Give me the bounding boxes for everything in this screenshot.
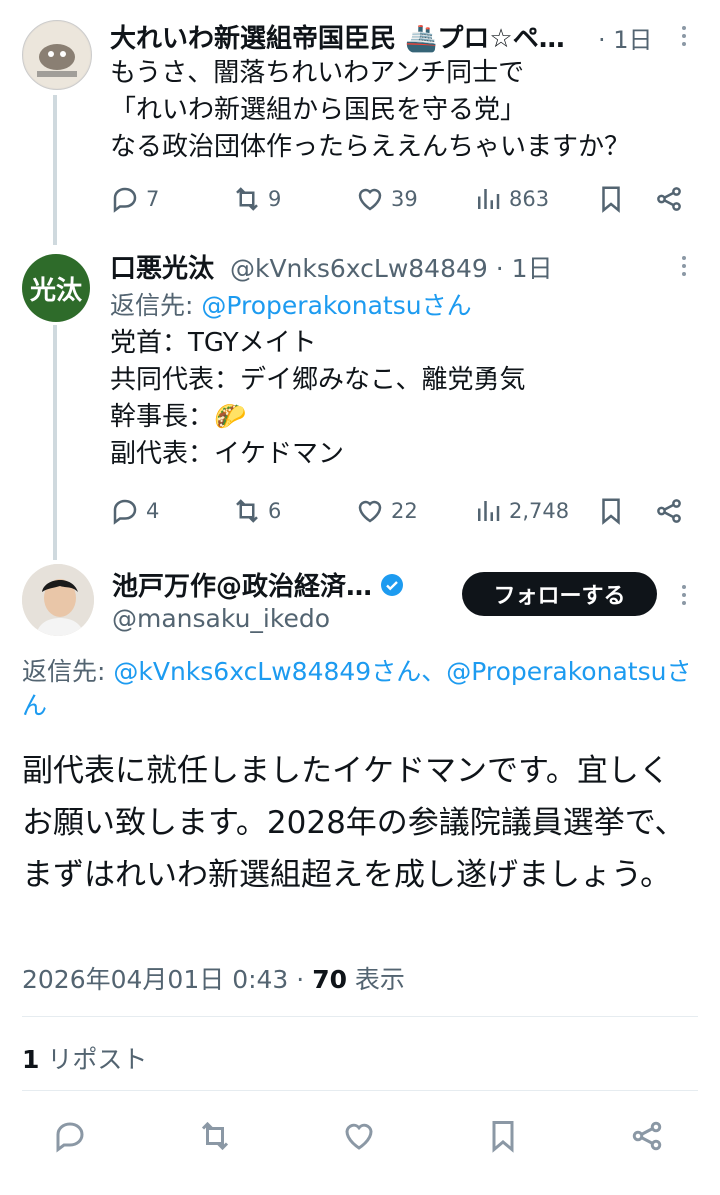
- author-line: 池戸万作@政治経済…: [112, 566, 404, 603]
- avatar-image: [24, 22, 90, 88]
- reply-icon: [113, 499, 137, 525]
- views-count: 70: [312, 965, 347, 994]
- follow-button[interactable]: フォローする: [462, 572, 657, 616]
- bookmark-button[interactable]: [596, 496, 626, 526]
- reply-button[interactable]: [52, 1118, 88, 1158]
- reply-button[interactable]: 7: [110, 184, 159, 214]
- repost-icon: [236, 499, 258, 523]
- view-count: 2,748: [509, 499, 570, 523]
- divider: [22, 1090, 698, 1091]
- like-count: 39: [391, 187, 418, 211]
- reply-to-label: 返信先:: [22, 657, 114, 686]
- heart-icon: [358, 188, 382, 211]
- reply-icon: [113, 187, 137, 213]
- avatar[interactable]: [22, 20, 92, 90]
- reply-to-label: 返信先:: [110, 291, 202, 320]
- repost-stat-label: リポスト: [39, 1045, 148, 1074]
- post-text: 党首：TGYメイト 共同代表：デイ郷みなこ、離党勇気 幹事長：🌮 副代表：イケド…: [110, 328, 526, 469]
- repost-stats[interactable]: 1 リポスト: [22, 1040, 147, 1076]
- reply-to-line: 返信先: @kVnks6xcLw84849さん、@Properakonatsuさ…: [22, 655, 698, 723]
- heart-icon: [358, 500, 382, 523]
- author-handle[interactable]: @mansaku_ikedo: [112, 604, 330, 633]
- reply-button[interactable]: 4: [110, 496, 159, 526]
- post-meta: 2026年04月01日 0:43 · 70 表示: [22, 960, 405, 996]
- reply-count: 7: [146, 187, 160, 211]
- like-button[interactable]: 22: [355, 496, 418, 526]
- post-time[interactable]: · 1日: [598, 20, 653, 55]
- post-time[interactable]: · 1日: [496, 254, 553, 283]
- divider: [22, 1016, 698, 1017]
- more-options-icon[interactable]: [680, 24, 688, 52]
- author-name[interactable]: 口悪光汰: [110, 254, 214, 284]
- avatar[interactable]: [22, 564, 94, 636]
- views-icon: [478, 189, 500, 209]
- reply-icon: [56, 1122, 84, 1153]
- repost-count: 6: [268, 499, 282, 523]
- post-text: もうさ、闇落ちれいわアンチ同士で 「れいわ新選組から国民を守る党」 なる政治団体…: [110, 58, 631, 162]
- bookmark-icon: [492, 1121, 514, 1153]
- reply-to-link[interactable]: @kVnks6xcLw84849さん、@Properakonatsuさん: [22, 657, 691, 720]
- avatar[interactable]: 光汰: [22, 254, 90, 322]
- reply-to-line: 返信先: @Properakonatsuさん: [110, 286, 472, 322]
- like-count: 22: [391, 499, 418, 523]
- more-options-icon[interactable]: [680, 254, 688, 282]
- main-post-text: 副代表に就任しましたイケドマンです。宜しくお願い致します。2028年の参議院議員…: [22, 753, 686, 893]
- repost-button[interactable]: 6: [232, 496, 281, 526]
- bookmark-button[interactable]: [596, 184, 626, 214]
- author-handle[interactable]: @kVnks6xcLw84849: [230, 254, 488, 283]
- share-icon: [657, 499, 681, 523]
- author-line: 口悪光汰 @kVnks6xcLw84849 · 1日: [110, 248, 553, 285]
- author-name[interactable]: 池戸万作@政治経済…: [112, 566, 372, 603]
- repost-button[interactable]: [197, 1118, 233, 1158]
- reply-to-link[interactable]: @Properakonatsuさん: [201, 291, 471, 320]
- repost-stat-count: 1: [22, 1045, 40, 1074]
- repost-count: 9: [268, 187, 282, 211]
- bookmark-button[interactable]: [485, 1118, 521, 1158]
- more-options-icon[interactable]: [680, 583, 688, 611]
- repost-icon: [236, 187, 258, 211]
- author-name[interactable]: 大れいわ新選組帝国臣民 🚢プロ☆ペ…: [110, 18, 565, 55]
- avatar-text: 光汰: [29, 275, 82, 306]
- share-button[interactable]: [654, 184, 684, 214]
- thread-line: [53, 325, 57, 560]
- views-button[interactable]: 2,748: [473, 496, 569, 526]
- reply-count: 4: [146, 499, 160, 523]
- view-count: 863: [509, 187, 550, 211]
- heart-icon: [345, 1123, 373, 1150]
- repost-icon: [201, 1121, 229, 1151]
- post-timestamp[interactable]: 2026年04月01日 0:43 ·: [22, 965, 312, 994]
- thread-line: [53, 95, 57, 245]
- share-button[interactable]: [629, 1118, 665, 1158]
- share-button[interactable]: [654, 496, 684, 526]
- views-label: 表示: [346, 965, 405, 994]
- avatar-image: [22, 564, 94, 636]
- like-button[interactable]: [341, 1118, 377, 1158]
- views-button[interactable]: 863: [473, 184, 549, 214]
- verified-badge-icon: [381, 573, 404, 596]
- views-icon: [478, 501, 500, 521]
- bookmark-icon: [602, 498, 620, 525]
- share-icon: [632, 1121, 662, 1151]
- like-button[interactable]: 39: [355, 184, 418, 214]
- bookmark-icon: [602, 186, 620, 213]
- repost-button[interactable]: 9: [232, 184, 281, 214]
- share-icon: [657, 187, 681, 211]
